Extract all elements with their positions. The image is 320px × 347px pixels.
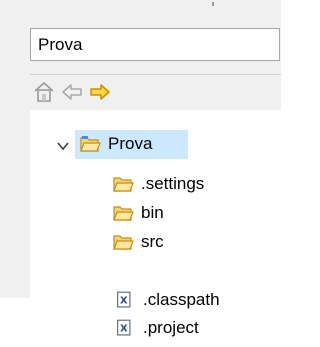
tree-item-project-file[interactable]: X .project [116, 315, 199, 341]
folder-icon [113, 177, 134, 192]
forward-arrow-icon[interactable] [88, 80, 112, 104]
tree-item-bin[interactable]: bin [112, 200, 164, 226]
folder-icon [113, 235, 134, 250]
chevron-down-icon[interactable] [56, 139, 70, 153]
project-combo-value: Prova [38, 34, 83, 54]
navigation-toolbar [30, 80, 190, 104]
tree-item-label: src [141, 232, 164, 251]
panel-top-strip [0, 0, 281, 20]
tree-item-label: .project [143, 318, 199, 337]
tree-item-project[interactable]: Prova [79, 131, 152, 157]
tree-item-classpath[interactable]: X .classpath [116, 287, 220, 313]
tree-item-label: bin [141, 203, 164, 222]
back-arrow-icon[interactable] [60, 80, 84, 104]
tree-item-label: .classpath [143, 290, 220, 309]
open-project-folder-icon [80, 136, 101, 152]
tree-item-label: .settings [141, 174, 205, 193]
tree-item-label: Prova [108, 134, 153, 153]
project-combo[interactable]: Prova [30, 28, 280, 61]
svg-text:X: X [120, 323, 128, 334]
tree-item-src[interactable]: src [112, 229, 164, 255]
home-icon[interactable] [32, 80, 56, 104]
xml-file-icon: X [117, 291, 131, 308]
tree-item-settings[interactable]: .settings [112, 171, 204, 197]
divider [30, 74, 281, 75]
folder-icon [113, 206, 134, 221]
svg-text:X: X [120, 295, 128, 306]
xml-file-icon: X [117, 319, 131, 336]
